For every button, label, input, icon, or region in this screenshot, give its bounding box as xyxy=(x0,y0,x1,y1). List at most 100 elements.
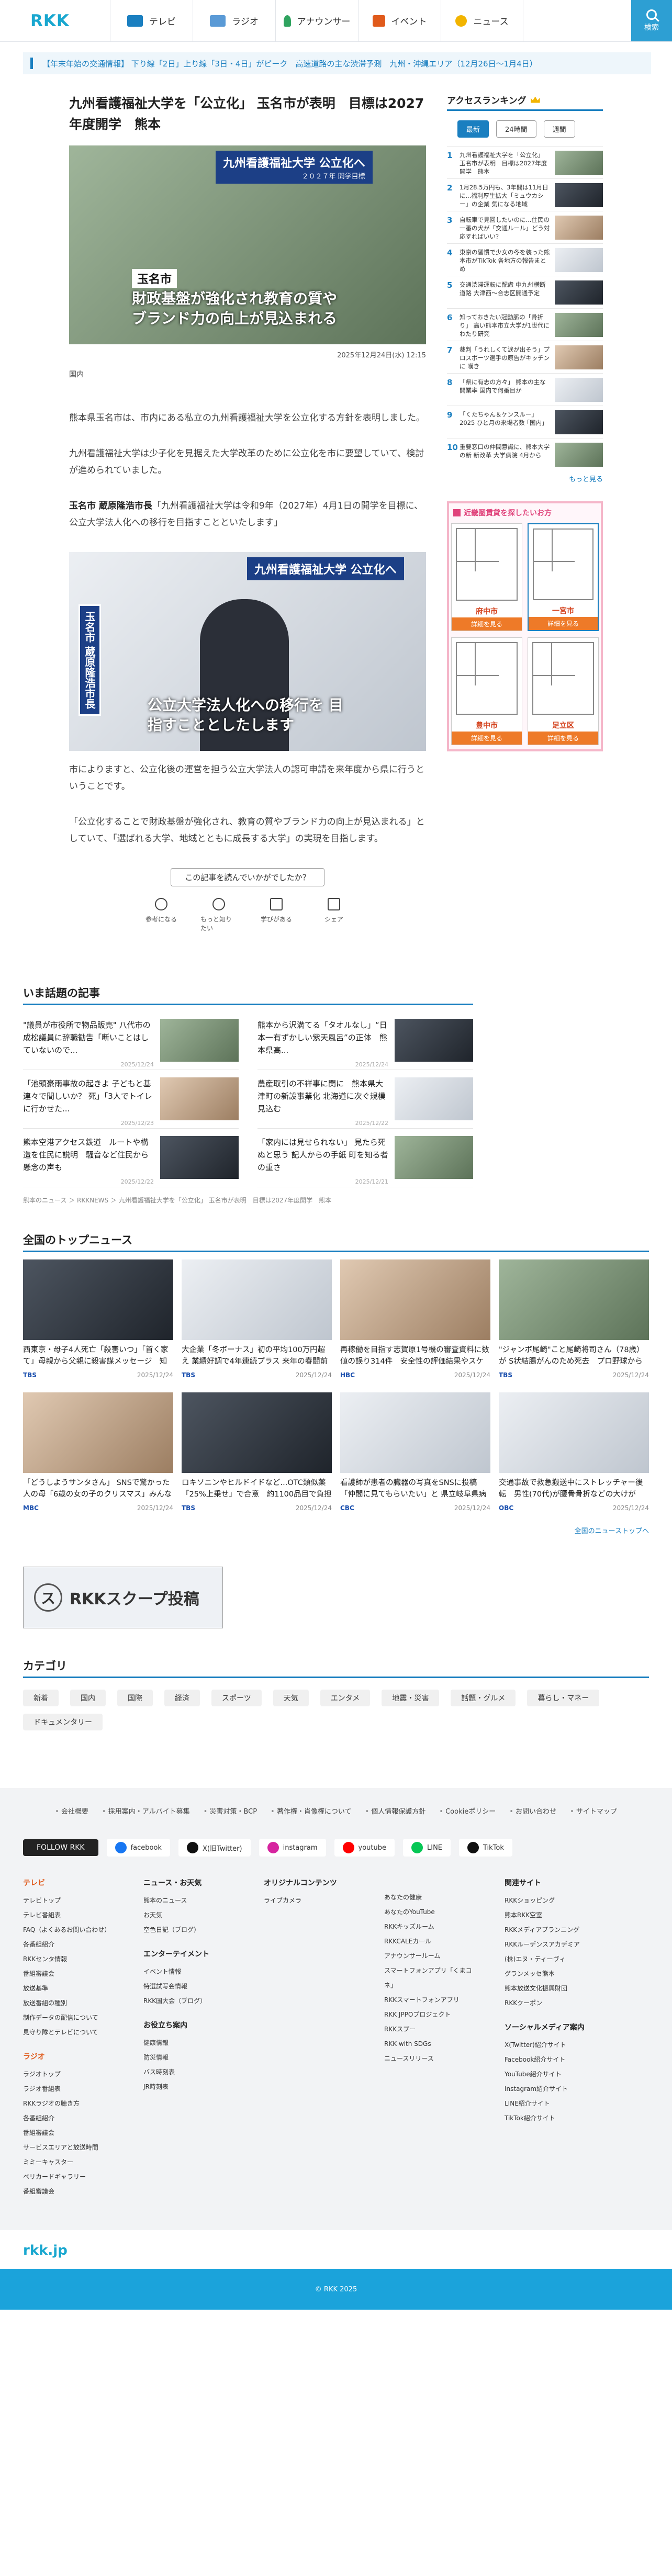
category-button[interactable]: 地震・災害 xyxy=(382,1690,440,1706)
footer-col-link[interactable]: テレビトップ xyxy=(23,1893,112,1908)
category-button[interactable]: 暮らし・マネー xyxy=(527,1690,600,1706)
footer-col-link[interactable]: 番組審議会 xyxy=(23,2184,112,2199)
ad-item-button[interactable]: 詳細を見る xyxy=(528,732,598,745)
ranking-item[interactable]: 1 九州看護福祉大学を「公立化」 玉名市が表明 目標は2027年度開学 熊本 xyxy=(447,146,603,178)
national-item[interactable]: "ジャンボ尾崎"こと尾崎将司さん（78歳）が S状結腸がんのため死去 プロ野球か… xyxy=(499,1259,649,1379)
social-3[interactable]: youtube xyxy=(334,1839,395,1857)
ad-item-button[interactable]: 詳細を見る xyxy=(452,732,522,745)
footer-col-link[interactable]: Facebook紹介サイト xyxy=(505,2052,609,2067)
category-button[interactable]: 国際 xyxy=(117,1690,153,1706)
footer-col-link[interactable]: 番組審議会 xyxy=(23,1966,112,1981)
footer-col-link[interactable]: 制作データの配信について xyxy=(23,2010,112,2025)
footer-col-link[interactable]: Instagram紹介サイト xyxy=(505,2082,609,2096)
footer-col-link[interactable]: 放送番組の種別 xyxy=(23,1996,112,2010)
ranking-item[interactable]: 6 知っておきたい冠動脈の「骨折り」 高い熊本市立大学が1世代にわたり研究 xyxy=(447,308,603,341)
footer-link[interactable]: 個人情報保護方針 xyxy=(365,1806,425,1816)
footer-col-link[interactable]: 熊本放送文化振興財団 xyxy=(505,1981,609,1996)
footer-col-link[interactable]: RKKラジオの聴き方 xyxy=(23,2096,112,2111)
reaction-learn[interactable]: 学びがある xyxy=(258,898,295,932)
footer-col-link[interactable]: RKKルーデンスアカデミア xyxy=(505,1937,609,1952)
article-category[interactable]: 国内 xyxy=(69,369,426,379)
footer-link[interactable]: 災害対策・BCP xyxy=(204,1806,257,1816)
social-2[interactable]: instagram xyxy=(259,1839,326,1857)
footer-col-link[interactable]: 熊本のニュース xyxy=(143,1893,232,1908)
ad-item[interactable]: 府中市 詳細を見る xyxy=(451,523,522,631)
ranking-item[interactable]: 10 重要窓口の仲間意識に、熊本大学の新 新改革 大学病院 4月から xyxy=(447,438,603,470)
footer-col-link[interactable]: RKKキッズルーム xyxy=(384,1919,473,1934)
category-button[interactable]: 話題・グルメ xyxy=(451,1690,516,1706)
topic-item[interactable]: 「家内には見せられない」 見たら死ぬと思う 記人からの手紙 町を知る者の重さ 20… xyxy=(257,1129,473,1187)
category-button[interactable]: スポーツ xyxy=(211,1690,262,1706)
ranking-item[interactable]: 7 裁判「うれしくて涙が出そう」プロスポーツ選手の原告がキッチンに 嘆き xyxy=(447,341,603,373)
social-5[interactable]: TikTok xyxy=(459,1839,512,1857)
national-item[interactable]: ロキソニンやヒルドイドなど...OTC類似薬「25%上乗せ」で合意 約1100品… xyxy=(182,1392,332,1512)
footer-col-link[interactable]: RKKスマートフォンアプリ xyxy=(384,1993,473,2007)
ad-item[interactable]: 足立区 詳細を見る xyxy=(528,637,599,745)
topic-item[interactable]: 熊本空港アクセス鉄道 ルートや構造を住民に説明 騒音など住民から懸念の声も 202… xyxy=(23,1129,239,1187)
footer-col-link[interactable]: RKKスプー xyxy=(384,2022,473,2037)
nav-announcer[interactable]: アナウンサー xyxy=(275,0,358,41)
ad-item-button[interactable]: 詳細を見る xyxy=(452,617,522,631)
footer-col-link[interactable]: グランメッセ熊本 xyxy=(505,1966,609,1981)
nav-event[interactable]: イベント xyxy=(358,0,441,41)
traffic-ticker[interactable]: 【年末年始の交通情報】 下り線「2日」上り線「3日・4日」がピーク 高速道路の主… xyxy=(23,52,651,74)
footer-col-link[interactable]: (株)エヌ・ティーヴィ xyxy=(505,1952,609,1966)
nav-news[interactable]: ニュース xyxy=(441,0,523,41)
footer-col-link[interactable]: ベリカードギャラリー xyxy=(23,2169,112,2184)
footer-col-link[interactable]: ミミーキャスター xyxy=(23,2155,112,2169)
ad-item[interactable]: 豊中市 詳細を見る xyxy=(451,637,522,745)
footer-col-link[interactable]: 見守り隊とテレビについて xyxy=(23,2025,112,2040)
scoop-banner[interactable]: ス RKKスクープ投稿 xyxy=(23,1567,223,1628)
reaction-share[interactable]: シェア xyxy=(316,898,352,932)
footer-col-link[interactable]: 空色日記（ブログ） xyxy=(143,1922,232,1937)
category-button[interactable]: 経済 xyxy=(164,1690,200,1706)
social-4[interactable]: LINE xyxy=(403,1839,451,1857)
footer-col-link[interactable]: ラジオトップ xyxy=(23,2067,112,2082)
category-button[interactable]: 国内 xyxy=(70,1690,106,1706)
national-item[interactable]: 大企業「冬ボーナス」初の平均100万円超え 業績好調で4年連続プラス 来年の春闘… xyxy=(182,1259,332,1379)
category-button[interactable]: エンタメ xyxy=(320,1690,371,1706)
footer-col-link[interactable]: RKKショッピング xyxy=(505,1893,609,1908)
footer-col-link[interactable]: FAQ（よくあるお問い合わせ） xyxy=(23,1922,112,1937)
search-button[interactable]: 検索 xyxy=(631,0,672,41)
footer-col-link[interactable]: お天気 xyxy=(143,1908,232,1922)
footer-col-link[interactable]: テレビ番組表 xyxy=(23,1908,112,1922)
footer-col-link[interactable]: YouTube紹介サイト xyxy=(505,2067,609,2082)
national-item[interactable]: 「どうしようサンタさん」 SNSで驚かった人の母「6歳の女の子のクリスマス」みん… xyxy=(23,1392,173,1512)
footer-col-link[interactable]: バス時刻表 xyxy=(143,2065,232,2079)
ranking-more-link[interactable]: もっと見る xyxy=(447,474,603,483)
footer-col-link[interactable]: ラジオ番組表 xyxy=(23,2082,112,2096)
topic-item[interactable]: "議員が市役所で物品販売" 八代市の成松議員に辞職勧告「断いことはしていないので… xyxy=(23,1011,239,1070)
footer-link[interactable]: サイトマップ xyxy=(570,1806,617,1816)
ad-item-button[interactable]: 詳細を見る xyxy=(529,617,598,630)
footer-col-link[interactable]: サービスエリアと放送時間 xyxy=(23,2140,112,2155)
national-item[interactable]: 交通事故で救急搬送中にストレッチャー後転 男性(70代)が腰骨骨折などの大けが「… xyxy=(499,1392,649,1512)
footer-col-link[interactable]: LINE紹介サイト xyxy=(505,2096,609,2111)
footer-col-link[interactable]: 特選試写会情報 xyxy=(143,1979,232,1994)
nav-radio[interactable]: ラジオ xyxy=(193,0,275,41)
footer-col-link[interactable]: 番組審議会 xyxy=(23,2125,112,2140)
footer-link[interactable]: お問い合わせ xyxy=(509,1806,556,1816)
footer-logo[interactable]: rkk.jp xyxy=(23,2230,649,2269)
ranking-item[interactable]: 9 「くたちゃん＆ケンスルー」2025 ひと月の来場者数 ｢国内｣ xyxy=(447,406,603,438)
social-1[interactable]: X(旧Twitter) xyxy=(178,1839,251,1857)
footer-col-link[interactable]: 各番組紹介 xyxy=(23,1937,112,1952)
footer-col-link[interactable]: あなたの健康 xyxy=(384,1890,473,1905)
footer-col-link[interactable]: 放送基準 xyxy=(23,1981,112,1996)
footer-col-link[interactable]: 各番組紹介 xyxy=(23,2111,112,2125)
footer-col-link[interactable]: JR時刻表 xyxy=(143,2079,232,2094)
nav-tv[interactable]: テレビ xyxy=(110,0,193,41)
tab-latest[interactable]: 最新 xyxy=(457,120,489,138)
footer-col-link[interactable]: アナウンサールーム xyxy=(384,1949,473,1963)
footer-col-link[interactable]: 防災情報 xyxy=(143,2050,232,2065)
footer-col-link[interactable]: RKKCALEカール xyxy=(384,1934,473,1949)
topic-item[interactable]: 熊本から沢満てる「タオルなし」“日本一有ずかしい紫天風呂”の正体 熊本県高...… xyxy=(257,1011,473,1070)
footer-col-link[interactable]: RKKクーポン xyxy=(505,1996,609,2010)
category-button[interactable]: 天気 xyxy=(273,1690,309,1706)
category-button[interactable]: ドキュメンタリー xyxy=(23,1714,103,1730)
ranking-item[interactable]: 8 「県に有志の方々」 熊本の主な 開業率 国内で何番目か xyxy=(447,373,603,406)
national-more-link[interactable]: 全国のニューストップへ xyxy=(23,1525,649,1535)
tab-weekly[interactable]: 週間 xyxy=(543,120,575,138)
footer-link[interactable]: 著作権・肖像権について xyxy=(271,1806,352,1816)
footer-col-link[interactable]: 健康情報 xyxy=(143,2035,232,2050)
